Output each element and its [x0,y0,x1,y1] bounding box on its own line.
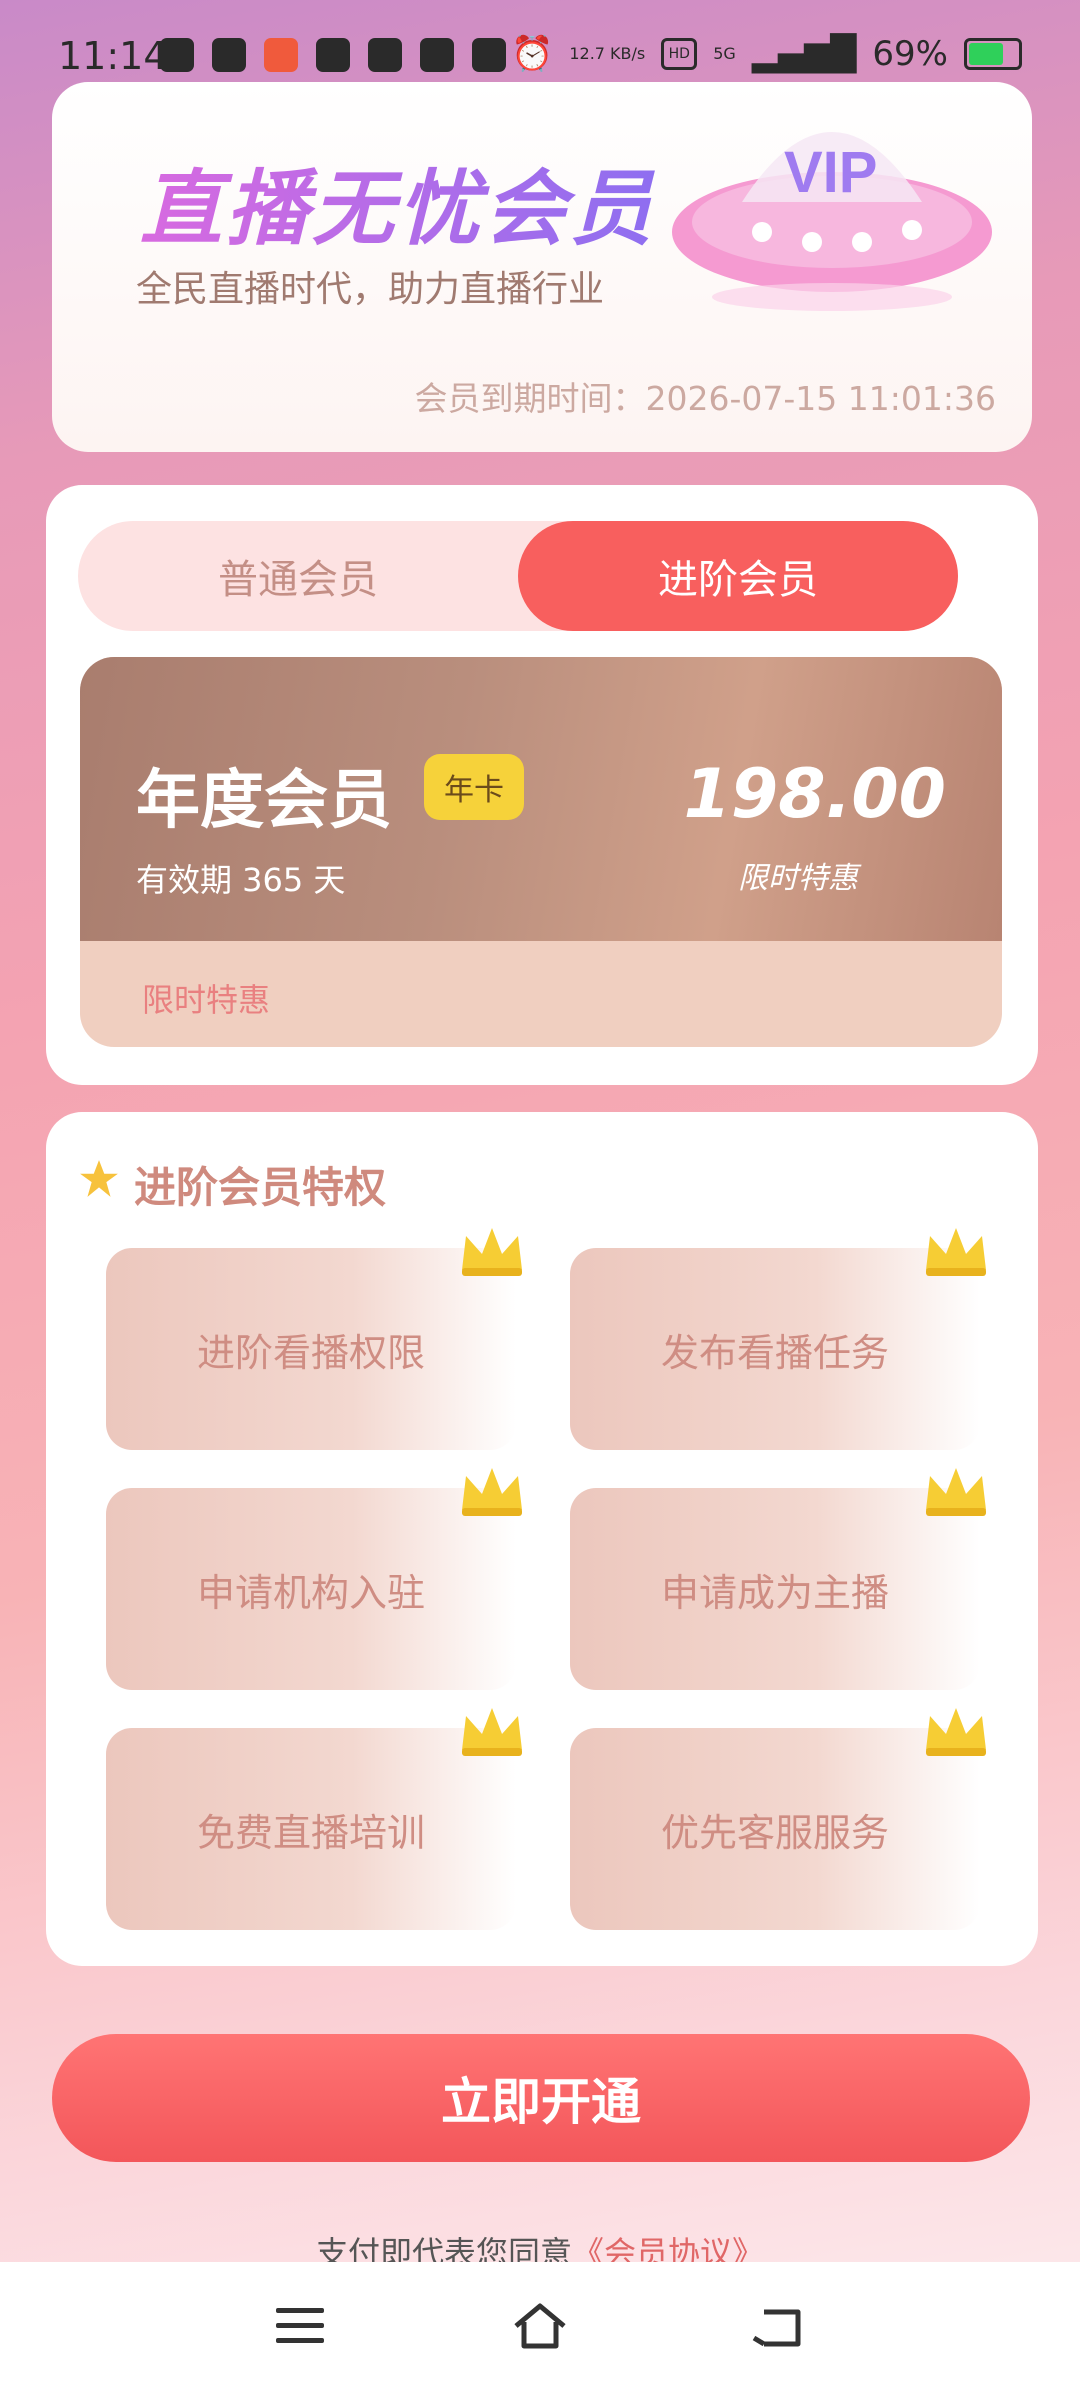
crown-icon [926,1468,986,1516]
app-icon [212,38,246,72]
crown-icon [462,1228,522,1276]
plan-badge: 年卡 [424,754,524,820]
star-icon [80,1160,118,1197]
benefit-item: 进阶看播权限 [106,1248,516,1450]
system-nav-bar [0,2262,1080,2388]
back-icon[interactable] [750,2298,810,2354]
hero-title: 直播无忧会员 [140,142,656,261]
tiktok-icon [160,38,194,72]
crown-icon [462,1468,522,1516]
plan-footer-label: 限时特惠 [142,981,271,1019]
activate-now-button[interactable]: 立即开通 [52,2034,1030,2162]
hero-subtitle: 全民直播时代，助力直播行业 [136,269,605,310]
plan-promo-label: 限时特惠 [738,861,858,896]
plan-validity: 有效期 365 天 [136,861,346,899]
app-icon [420,38,454,72]
benefit-item: 免费直播培训 [106,1728,516,1930]
signal-label: 5G [713,44,736,63]
signal-icon: ▂▄▆█ [751,34,857,74]
battery-icon [964,38,1022,70]
alarm-icon: ⏰ [511,34,554,74]
net-speed: 12.7 KB/s [569,44,646,63]
status-right: ⏰ 12.7 KB/s HD 5G ▂▄▆█ 69% [511,34,1022,74]
hero-card: 直播无忧会员 全民直播时代，助力直播行业 会员到期时间：2026-07-15 1… [52,82,1032,452]
annual-plan-option[interactable]: 年度会员 年卡 有效期 365 天 198.00 限时特惠 限时特惠 [80,657,1002,1047]
tab-advanced-membership[interactable]: 进阶会员 [518,521,958,631]
status-time: 11:14 [58,34,168,78]
benefit-item: 申请成为主播 [570,1488,980,1690]
menu-icon[interactable] [270,2298,330,2354]
crown-icon [462,1708,522,1756]
svg-text:VIP: VIP [784,140,878,205]
app-icon [316,38,350,72]
plan-name: 年度会员 [136,764,392,838]
membership-tabs: 普通会员 进阶会员 [78,521,958,631]
benefit-item: 优先客服服务 [570,1728,980,1930]
benefit-item: 申请机构入驻 [106,1488,516,1690]
app-icon [472,38,506,72]
home-icon[interactable] [510,2298,570,2354]
notification-icons [160,38,506,72]
hd-icon: HD [661,38,698,70]
vip-ufo-illustration: VIP [672,132,992,311]
plan-price: 198.00 [683,755,946,834]
crown-icon [926,1708,986,1756]
app-icon [368,38,402,72]
app-icon [264,38,298,72]
plan-card: 普通会员 进阶会员 年度会员 年卡 有效期 365 天 198.00 限时特惠 … [46,485,1038,1085]
tab-basic-membership[interactable]: 普通会员 [78,521,518,631]
benefits-title: 进阶会员特权 [134,1163,387,1212]
benefit-item: 发布看播任务 [570,1248,980,1450]
benefits-card: 进阶会员特权 进阶看播权限 发布看播任务 申请机构入驻 申请成为主播 免费直播培… [46,1112,1038,1966]
membership-expiry: 会员到期时间：2026-07-15 11:01:36 [414,379,996,418]
crown-icon [926,1228,986,1276]
battery-percent: 69% [872,34,948,74]
